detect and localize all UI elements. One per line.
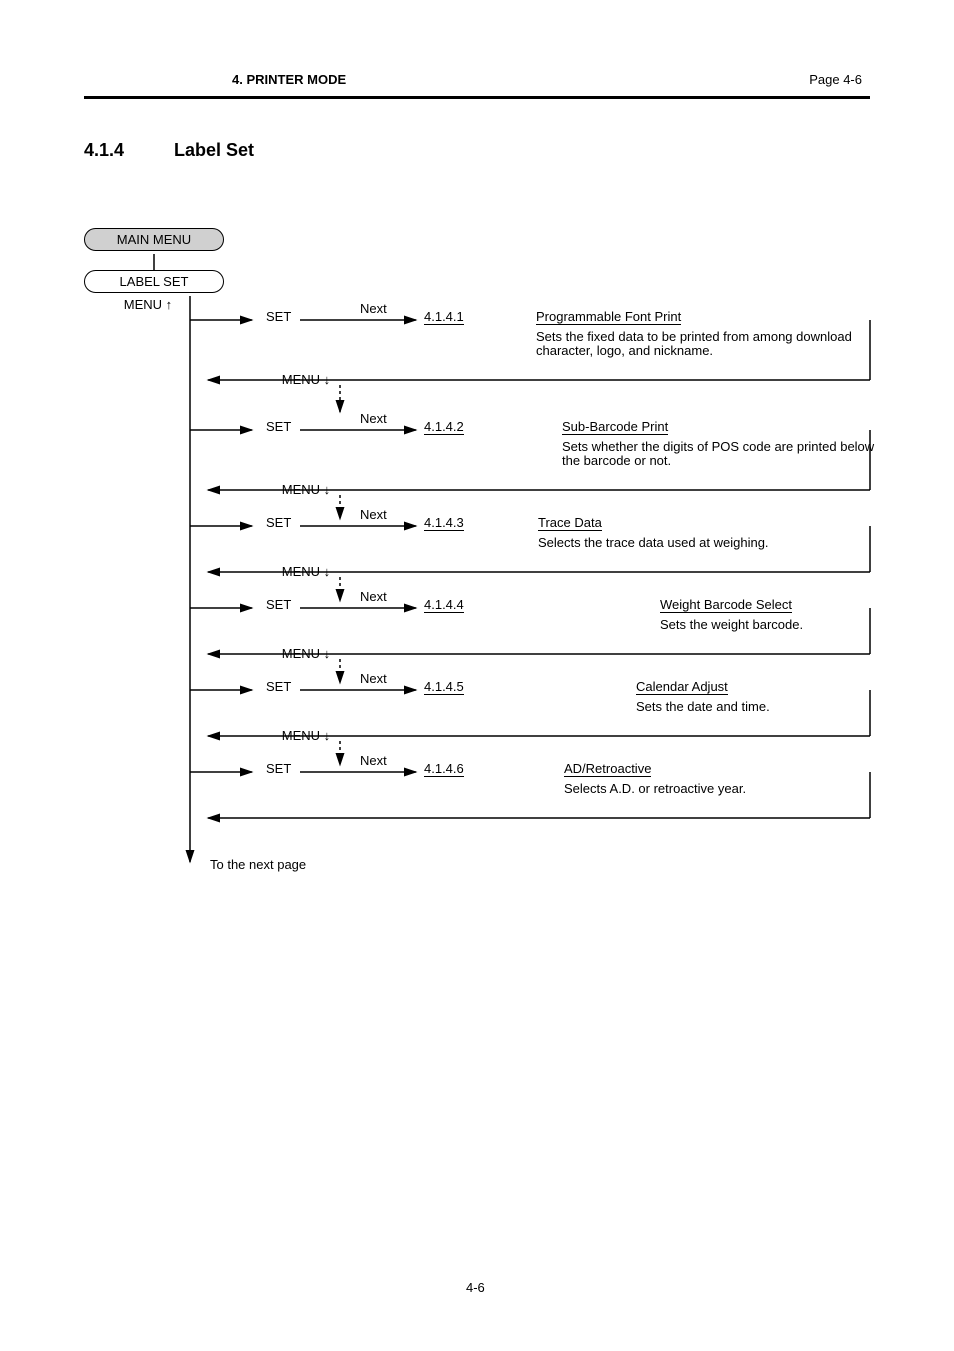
node-1-next: Next: [360, 302, 387, 316]
menu-down-label-2: MENU ↓: [280, 483, 332, 497]
menu-up-label: MENU ↑: [122, 298, 174, 312]
node-6-link: 4.1.4.6: [424, 762, 464, 777]
header-title: 4. PRINTER MODE: [232, 72, 346, 87]
node-4-link: 4.1.4.4: [424, 598, 464, 613]
section-number: 4.1.4: [84, 140, 124, 161]
node-2-menu: SET: [266, 420, 291, 434]
node-3-menu: SET: [266, 516, 291, 530]
node-3-next: Next: [360, 508, 387, 522]
footer-page-number: 4-6: [466, 1280, 485, 1295]
node-6-desc: Selects A.D. or retroactive year.: [564, 782, 746, 796]
node-4-menu: SET: [266, 598, 291, 612]
node-2-title: Sub-Barcode Print: [562, 420, 668, 435]
node-6-next: Next: [360, 754, 387, 768]
node-5-menu: SET: [266, 680, 291, 694]
node-1-menu: SET: [266, 310, 291, 324]
section-title: Label Set: [174, 140, 254, 161]
header-divider: [84, 96, 870, 99]
menu-down-label-5: MENU ↓: [280, 729, 332, 743]
to-next-page-label: To the next page: [210, 858, 306, 872]
pill-label-set: LABEL SET: [84, 270, 224, 293]
node-1-desc: Sets the fixed data to be printed from a…: [536, 330, 852, 358]
node-1-link: 4.1.4.1: [424, 310, 464, 325]
node-2-desc: Sets whether the digits of POS code are …: [562, 440, 874, 468]
menu-down-label-4: MENU ↓: [280, 647, 332, 661]
node-5-link: 4.1.4.5: [424, 680, 464, 695]
menu-down-label-3: MENU ↓: [280, 565, 332, 579]
node-5-title: Calendar Adjust: [636, 680, 728, 695]
node-4-next: Next: [360, 590, 387, 604]
node-4-title: Weight Barcode Select: [660, 598, 792, 613]
node-5-next: Next: [360, 672, 387, 686]
node-5-desc: Sets the date and time.: [636, 700, 770, 714]
node-3-desc: Selects the trace data used at weighing.: [538, 536, 769, 550]
node-4-desc: Sets the weight barcode.: [660, 618, 803, 632]
node-3-link: 4.1.4.3: [424, 516, 464, 531]
menu-down-label-1: MENU ↓: [280, 373, 332, 387]
node-2-link: 4.1.4.2: [424, 420, 464, 435]
flow-diagram: [0, 0, 954, 1351]
node-6-menu: SET: [266, 762, 291, 776]
node-2-next: Next: [360, 412, 387, 426]
node-3-title: Trace Data: [538, 516, 602, 531]
node-6-title: AD/Retroactive: [564, 762, 651, 777]
node-1-title: Programmable Font Print: [536, 310, 681, 325]
header-page-label: Page 4-6: [809, 72, 862, 87]
pill-main-menu: MAIN MENU: [84, 228, 224, 251]
